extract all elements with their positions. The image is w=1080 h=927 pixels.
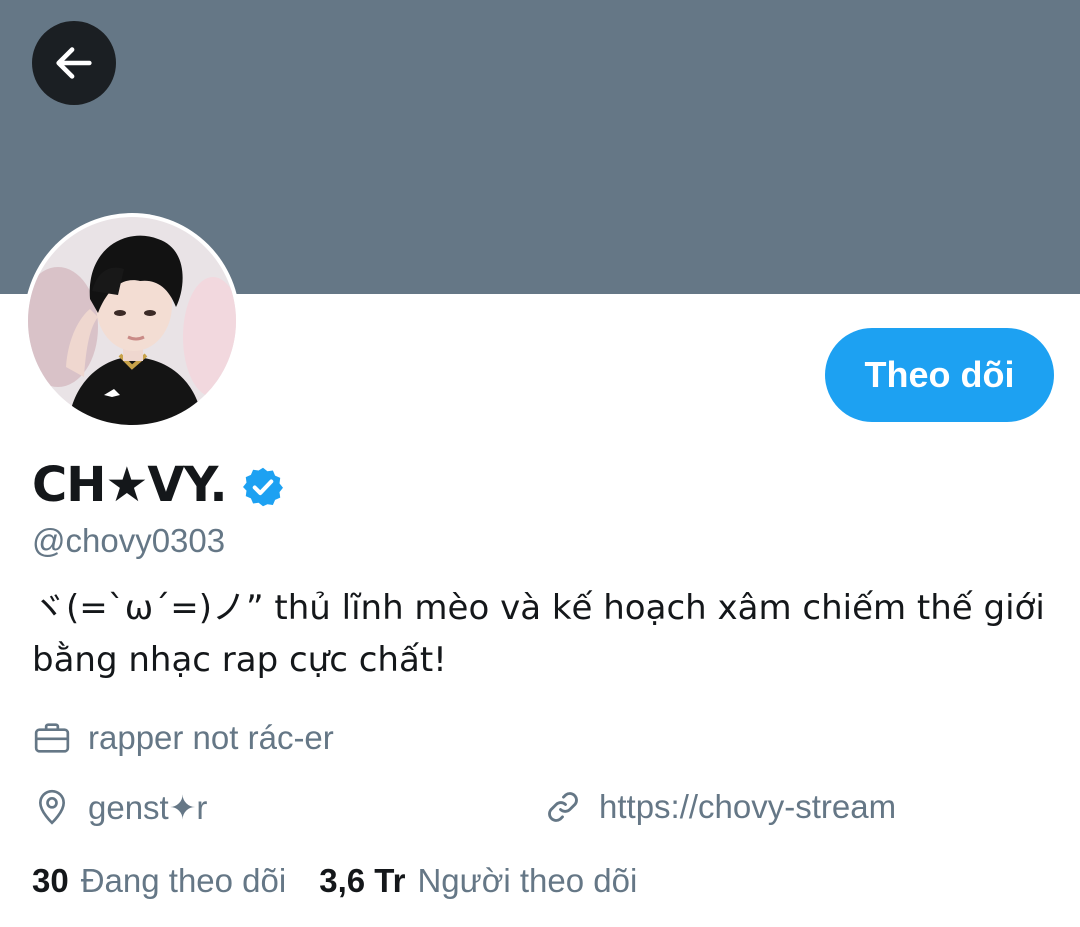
briefcase-icon — [34, 723, 70, 753]
avatar-image — [28, 217, 236, 425]
following-stat[interactable]: 30 Đang theo dõi — [32, 862, 286, 900]
follow-stats: 30 Đang theo dõi 3,6 Tr Người theo dõi — [32, 862, 637, 900]
website-link[interactable]: https://chovy-stream — [599, 788, 896, 826]
display-name-row: CH★VY. — [32, 453, 285, 517]
followers-label: Người theo dõi — [417, 862, 638, 899]
bio-text: ヾ(=`ω´=)ノ” thủ lĩnh mèo và kế hoạch xâm … — [32, 588, 1045, 680]
location-text: genst✦r — [88, 788, 208, 826]
following-count: 30 — [32, 862, 69, 899]
verified-badge-icon — [242, 467, 283, 507]
following-label: Đang theo dõi — [80, 862, 287, 899]
followers-count: 3,6 Tr — [319, 862, 406, 899]
follow-button[interactable]: Theo dõi — [825, 328, 1054, 422]
arrow-left-icon — [56, 47, 92, 79]
link-icon — [548, 792, 578, 822]
location-row: genst✦r — [32, 787, 207, 827]
user-handle: @chovy0303 — [32, 522, 226, 559]
avatar[interactable] — [24, 213, 240, 429]
website-row: https://chovy-stream — [543, 787, 896, 827]
location-pin-icon — [38, 789, 66, 825]
followers-stat[interactable]: 3,6 Tr Người theo dõi — [319, 862, 637, 900]
occupation-row: rapper not rác-er — [32, 718, 334, 758]
display-name: CH★VY. — [32, 457, 228, 513]
occupation-text: rapper not rác-er — [88, 719, 334, 756]
back-button[interactable] — [32, 21, 116, 105]
